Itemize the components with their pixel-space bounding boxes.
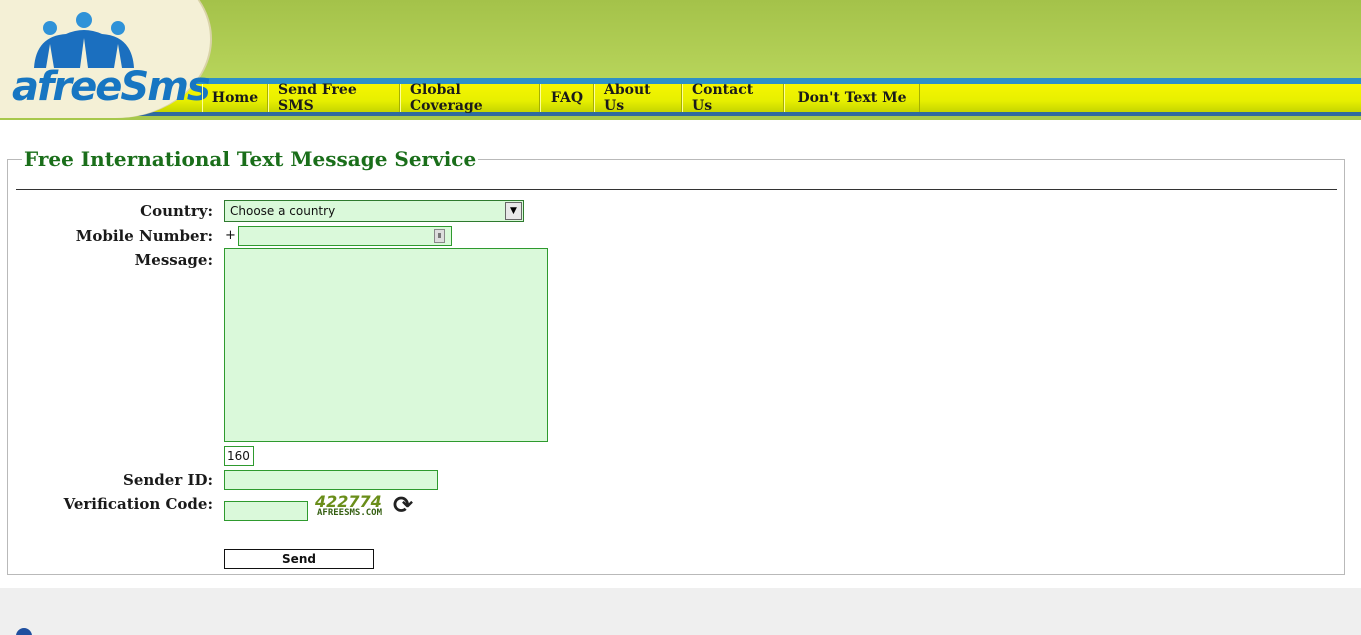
nav-about-us[interactable]: About Us <box>594 82 682 114</box>
mobile-number-label: Mobile Number: <box>75 227 213 245</box>
char-counter: 160 <box>224 446 254 466</box>
form-title: Free International Text Message Service <box>22 147 479 171</box>
send-button[interactable]: Send <box>224 549 374 569</box>
captcha-site: AFREESMS.COM <box>317 508 383 518</box>
logo-text: afreeSms <box>12 64 211 110</box>
site-logo[interactable]: afreeSms <box>6 8 211 110</box>
nav-dont-text-me[interactable]: Don't Text Me <box>784 84 920 112</box>
nav-global-coverage[interactable]: Global Coverage <box>400 82 540 114</box>
country-label: Country: <box>140 202 213 220</box>
site-header: afreeSms Home Send Free SMS Global Cover… <box>0 0 1361 120</box>
nav-faq[interactable]: FAQ <box>540 84 594 112</box>
chevron-down-icon[interactable]: ▼ <box>505 202 522 220</box>
mobile-number-input[interactable] <box>238 226 452 246</box>
sender-id-input[interactable] <box>224 470 438 490</box>
message-label: Message: <box>134 251 213 269</box>
contact-card-icon <box>434 229 445 243</box>
footer-icon <box>16 628 32 635</box>
sender-id-label: Sender ID: <box>123 471 213 489</box>
country-select-value: Choose a country <box>230 204 336 218</box>
mobile-prefix: + <box>225 228 236 243</box>
main-content: Free International Text Message Service … <box>0 120 1361 588</box>
refresh-icon[interactable]: ⟳ <box>390 492 416 518</box>
verification-code-label: Verification Code: <box>63 495 213 513</box>
country-select[interactable]: Choose a country ▼ <box>224 200 524 222</box>
nav-contact-us[interactable]: Contact Us <box>682 82 784 114</box>
form-divider <box>16 189 1337 190</box>
nav-send-free-sms[interactable]: Send Free SMS <box>268 82 400 114</box>
message-textarea[interactable] <box>224 248 548 442</box>
main-nav: Home Send Free SMS Global Coverage FAQ A… <box>202 82 920 114</box>
verification-code-input[interactable] <box>224 501 308 521</box>
captcha-image: 422774 AFREESMS.COM <box>315 492 387 522</box>
nav-home[interactable]: Home <box>202 84 268 112</box>
